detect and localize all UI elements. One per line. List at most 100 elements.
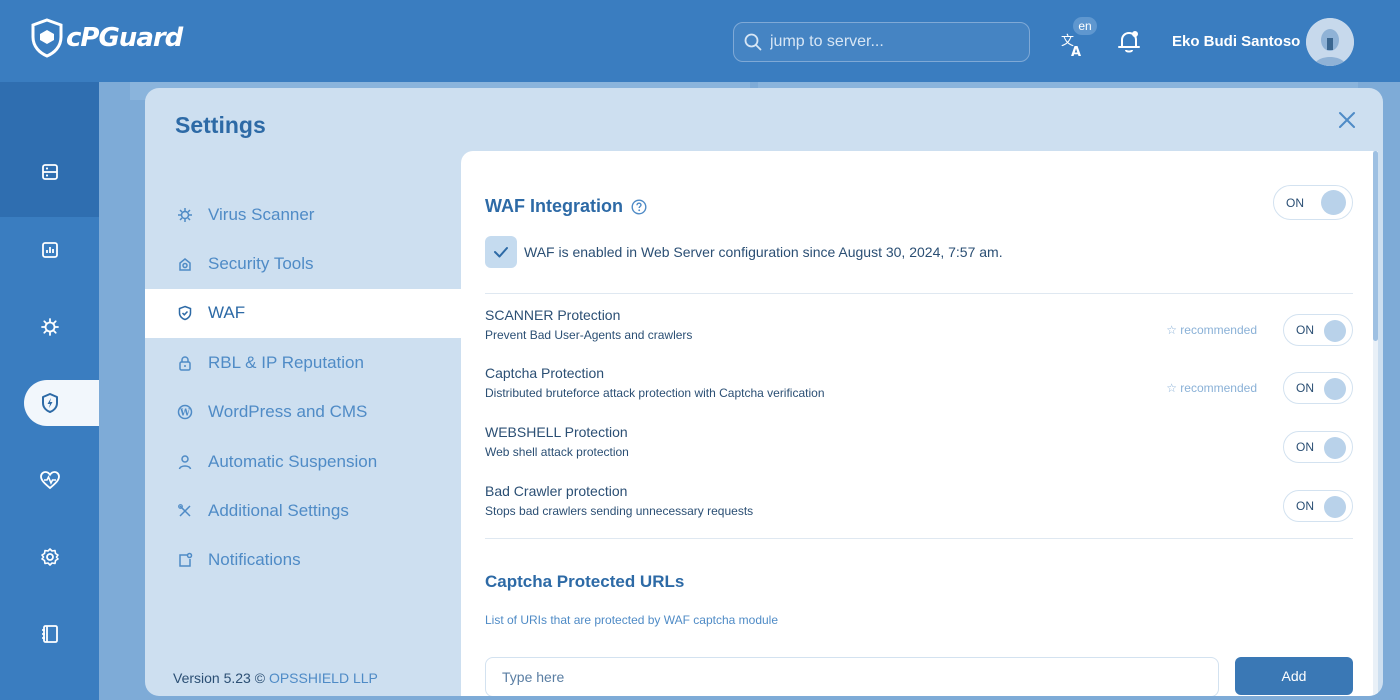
rule-title: SCANNER Protection [485,307,621,323]
captcha-urls-title: Captcha Protected URLs [485,572,685,591]
tools-icon [177,503,193,519]
notification-icon [177,552,193,568]
toggle-label: ON [1296,381,1314,395]
divider [485,293,1353,294]
search-input[interactable] [770,33,1000,51]
server-search[interactable] [733,22,1030,62]
server-icon [41,164,58,180]
settings-modal: Settings Virus Scanner Security Tools WA… [145,88,1383,696]
rule-desc: Stops bad crawlers sending unnecessary r… [485,504,754,518]
wordpress-icon: W [177,404,193,420]
heartbeat-icon [39,471,60,490]
toggle-knob [1324,496,1346,518]
nav-item-label: Virus Scanner [208,204,315,224]
settings-nav: Virus Scanner Security Tools WAF RBL & I… [145,190,461,585]
recommended-badge: ☆ recommended [1166,323,1257,337]
recommended-label: recommended [1180,381,1257,395]
waf-enabled-status: WAF is enabled in Web Server configurati… [485,236,1003,268]
nav-item-label: Automatic Suspension [208,451,378,471]
toggle-knob [1324,437,1346,459]
rail-item-firewall[interactable] [24,380,99,426]
lock-icon [177,355,193,371]
toggle-knob [1324,320,1346,342]
add-url-button[interactable]: Add [1235,657,1353,695]
notebook-icon [41,625,58,643]
waf-title-text: WAF Integration [485,196,623,216]
toggle-label: ON [1296,440,1314,454]
waf-enabled-text: WAF is enabled in Web Server configurati… [524,244,1003,260]
rule-desc: Web shell attack protection [485,445,629,459]
nav-item-wordpress-cms[interactable]: W WordPress and CMS [145,388,461,437]
brand-logo[interactable]: cPGuard [30,18,183,58]
scanner-protection-toggle[interactable]: ON [1283,314,1353,346]
version-info: Version 5.23 © OPSSHIELD LLP [173,670,378,686]
company-link[interactable]: OPSSHIELD LLP [269,670,378,686]
rail-item-settings[interactable] [24,534,99,580]
scrollbar-thumb[interactable] [1373,151,1378,341]
waf-settings-panel: WAF Integration ON WAF is enabled in Web… [461,151,1378,696]
captcha-url-input[interactable] [485,657,1219,696]
captcha-protection-toggle[interactable]: ON [1283,372,1353,404]
bell-icon [1118,31,1140,53]
search-icon [744,33,762,51]
avatar[interactable] [1306,18,1354,66]
user-avatar-icon [1306,18,1354,66]
rail-item-health[interactable] [24,457,99,503]
shield-logo-icon [31,18,63,58]
shield-check-icon [177,305,193,321]
nav-item-virus-scanner[interactable]: Virus Scanner [145,190,461,239]
divider [485,538,1353,539]
nav-item-label: WAF [208,303,246,323]
bad-crawler-protection-toggle[interactable]: ON [1283,490,1353,522]
language-badge: en [1073,17,1097,35]
user-icon [177,454,193,470]
toggle-label: ON [1296,323,1314,337]
scrollbar[interactable] [1373,151,1378,696]
close-icon[interactable] [1337,110,1357,130]
toggle-knob [1321,190,1346,215]
svg-text:A: A [1071,45,1081,58]
nav-item-rbl-ip-reputation[interactable]: RBL & IP Reputation [145,338,461,387]
rule-scanner-protection: SCANNER Protection Prevent Bad User-Agen… [485,304,1353,362]
waf-integration-toggle[interactable]: ON [1273,185,1353,220]
shield-bolt-icon [41,393,58,413]
settings-icon [40,548,59,566]
version-text: Version 5.23 © [173,670,266,686]
nav-item-label: Additional Settings [208,501,349,521]
svg-text:W: W [179,409,191,419]
rail-item-docs[interactable] [24,611,99,657]
rule-title: Bad Crawler protection [485,483,628,499]
top-bar: cPGuard 文 A en Eko Budi Santoso [0,0,1400,82]
virus-icon [40,318,59,336]
recommended-badge: ☆ recommended [1166,381,1257,395]
webshell-protection-toggle[interactable]: ON [1283,431,1353,463]
nav-item-additional-settings[interactable]: Additional Settings [145,486,461,535]
nav-item-security-tools[interactable]: Security Tools [145,239,461,288]
rule-title: Captcha Protection [485,365,605,381]
rail-item-virus[interactable] [24,304,99,350]
checkmark-icon [485,236,517,268]
captcha-urls-desc: List of URIs that are protected by WAF c… [485,613,779,627]
modal-title: Settings [175,112,266,138]
rail-item-reports[interactable] [24,227,99,273]
toggle-knob [1324,378,1346,400]
security-tools-icon [177,256,193,272]
language-switcher[interactable]: 文 A en [1058,17,1098,60]
rule-webshell-protection: WEBSHELL Protection Web shell attack pro… [485,421,1353,479]
nav-item-notifications[interactable]: Notifications [145,536,461,585]
recommended-label: recommended [1180,323,1257,337]
nav-item-automatic-suspension[interactable]: Automatic Suspension [145,437,461,486]
nav-item-waf[interactable]: WAF [145,288,461,339]
nav-item-label: Notifications [208,550,301,570]
translate-icon: 文 A [1061,34,1081,58]
help-icon[interactable] [631,198,647,215]
notifications-button[interactable] [1116,28,1142,59]
nav-item-label: RBL & IP Reputation [208,352,364,372]
waf-title: WAF Integration [485,196,647,217]
virus-icon [177,207,193,223]
rule-bad-crawler-protection: Bad Crawler protection Stops bad crawler… [485,480,1353,538]
user-name[interactable]: Eko Budi Santoso [1172,33,1300,50]
toggle-label: ON [1286,196,1304,210]
rail-item-servers[interactable] [24,149,99,195]
rule-captcha-protection: Captcha Protection Distributed bruteforc… [485,362,1353,420]
